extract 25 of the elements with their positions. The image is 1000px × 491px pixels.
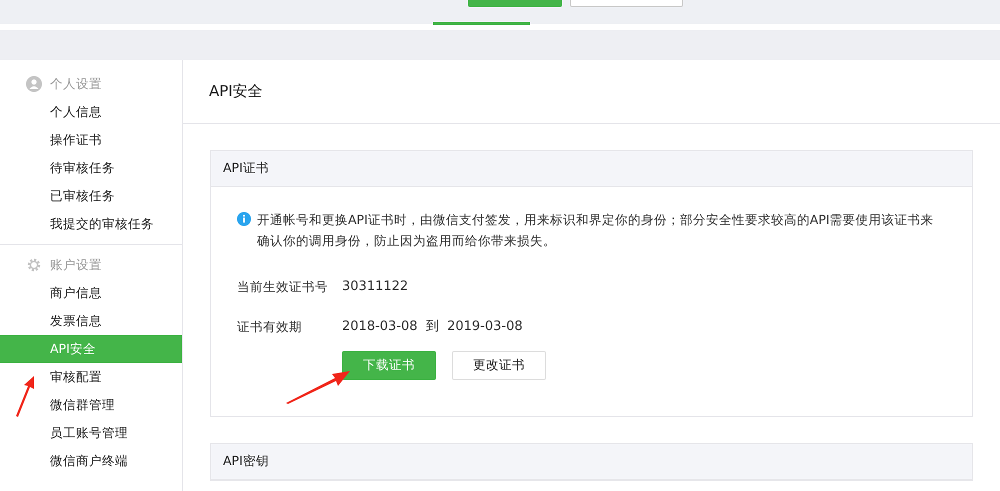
field-value: 30311122 (342, 278, 408, 296)
card-title: API密钥 (223, 452, 269, 470)
sidebar-item[interactable]: 审核配置 (0, 363, 182, 391)
sidebar-item[interactable]: 已审核任务 (0, 182, 182, 210)
sidebar-item[interactable]: 操作证书 (0, 126, 182, 154)
field-label: 当前生效证书号 (237, 278, 329, 296)
group-title: 账户设置 (50, 256, 102, 274)
sidebar-item[interactable]: 员工账号管理 (0, 419, 182, 447)
sidebar-item[interactable]: 个人信息 (0, 98, 182, 126)
field-label: 证书有效期 (237, 318, 303, 336)
sidebar-item[interactable]: 微信商户终端 (0, 447, 182, 475)
gear-icon (26, 257, 42, 273)
page-title: API安全 (209, 81, 263, 102)
notice-text: 开通帐号和更换API证书时，由微信支付签发，用来标识和界定你的身份；部分安全性要求较高的API需要使用该证书来确认你的调用身份，防止因为盗用而给你带来损失。 (257, 211, 935, 250)
sidebar-item[interactable]: 发票信息 (0, 307, 182, 335)
person-icon (26, 76, 42, 92)
change-button[interactable]: 更改证书 (452, 351, 546, 380)
card-title: API证书 (223, 159, 269, 178)
info-icon (237, 212, 251, 226)
group-title: 个人设置 (50, 74, 102, 93)
sidebar-item[interactable]: 我提交的审核任务 (0, 210, 182, 238)
sidebar-item[interactable]: 待审核任务 (0, 154, 182, 182)
field-value: 2018-03-08 到 2019-03-08 (342, 318, 523, 336)
sidebar-item[interactable]: 商户信息 (0, 279, 182, 307)
sidebar-item[interactable]: 微信群管理 (0, 391, 182, 419)
